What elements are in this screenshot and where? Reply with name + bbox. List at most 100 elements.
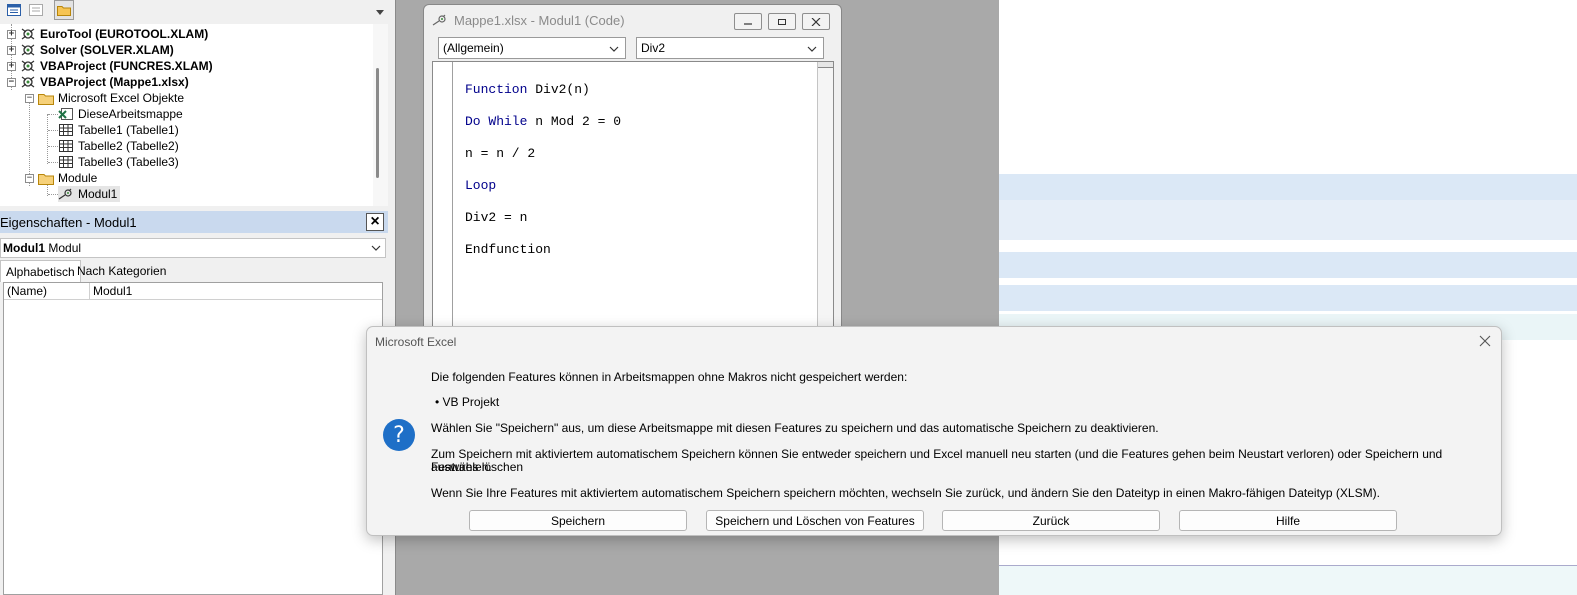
- vba-project-icon: [20, 43, 36, 57]
- close-icon[interactable]: [802, 13, 830, 30]
- chevron-down-icon: [807, 42, 817, 56]
- help-button[interactable]: Hilfe: [1179, 510, 1397, 531]
- collapse-icon[interactable]: −: [25, 173, 34, 183]
- view-object-icon[interactable]: [26, 0, 46, 20]
- module-icon: [58, 187, 74, 201]
- properties-object-select[interactable]: Modul1 Modul: [0, 238, 386, 258]
- question-icon: ?: [383, 419, 415, 451]
- excel-band: [999, 565, 1577, 595]
- tree-item-label: VBAProject (FUNCRES.XLAM): [40, 59, 213, 73]
- tree-item-label: VBAProject (Mappe1.xlsx): [40, 75, 189, 89]
- tree-item-label: DieseArbeitsmappe: [78, 107, 183, 121]
- tree-item-label: Tabelle2 (Tabelle2): [78, 139, 179, 153]
- dialog-title: Microsoft Excel: [375, 335, 457, 349]
- tree-item-mappe1-project[interactable]: − VBAProject (Mappe1.xlsx): [7, 74, 189, 90]
- toggle-folders-icon[interactable]: [54, 0, 74, 20]
- folder-icon: [38, 91, 54, 105]
- save-and-delete-features-button[interactable]: Speichern und Löschen von Features: [706, 510, 924, 531]
- properties-title-bar: Eigenschaften - Modul1 ×: [0, 211, 388, 233]
- tree-item-label: EuroTool (EUROTOOL.XLAM): [40, 27, 209, 41]
- save-warning-dialog[interactable]: Microsoft Excel ? Die folgenden Features…: [366, 326, 1502, 536]
- minimize-icon[interactable]: [734, 13, 762, 30]
- procedure-combo[interactable]: Div2: [636, 37, 824, 59]
- expand-icon[interactable]: +: [7, 61, 16, 71]
- project-explorer-toolbar: [0, 0, 390, 24]
- property-key: (Name): [4, 283, 90, 299]
- vba-project-icon: [20, 27, 36, 41]
- dialog-message-line: Die folgenden Features können in Arbeits…: [431, 370, 908, 384]
- tree-item-label: Solver (SOLVER.XLAM): [40, 43, 174, 57]
- collapse-icon[interactable]: −: [25, 93, 34, 103]
- project-tree[interactable]: + EuroTool (EUROTOOL.XLAM) + Solver (SOL…: [0, 24, 388, 206]
- code-window-title: Mappe1.xlsx - Modul1 (Code): [454, 12, 625, 28]
- collapse-icon[interactable]: −: [7, 77, 16, 87]
- tree-item-modul1[interactable]: Modul1: [58, 186, 121, 202]
- view-code-icon[interactable]: [4, 0, 24, 20]
- folder-icon: [38, 171, 54, 185]
- code-line: Do While n Mod 2 = 0: [465, 114, 622, 129]
- object-type: Modul: [48, 241, 82, 255]
- tree-item-funcres[interactable]: + VBAProject (FUNCRES.XLAM): [7, 58, 213, 74]
- expand-icon[interactable]: +: [7, 45, 16, 55]
- worksheet-icon: [58, 155, 74, 169]
- vba-project-icon: [20, 59, 36, 73]
- object-combo[interactable]: (Allgemein): [438, 37, 626, 59]
- code-window[interactable]: Mappe1.xlsx - Modul1 (Code) (Allgemein) …: [423, 4, 842, 351]
- vba-project-icon: [20, 75, 36, 89]
- excel-band: [999, 200, 1577, 240]
- object-combo-value: (Allgemein): [443, 41, 504, 55]
- code-line: Function Div2(n): [465, 82, 590, 97]
- tree-item-tabelle2[interactable]: Tabelle2 (Tabelle2): [58, 138, 179, 154]
- tree-item-solver[interactable]: + Solver (SOLVER.XLAM): [7, 42, 174, 58]
- dialog-message-line: auswählen.: [431, 460, 492, 474]
- chevron-down-icon: [371, 241, 381, 255]
- tree-item-diesearbeitsmappe[interactable]: DieseArbeitsmappe: [58, 106, 183, 122]
- chevron-down-icon: [609, 42, 619, 56]
- worksheet-icon: [58, 123, 74, 137]
- tree-item-label: Microsoft Excel Objekte: [58, 91, 185, 105]
- dialog-message-line: Wenn Sie Ihre Features mit aktiviertem a…: [431, 486, 1380, 500]
- project-tree-scrollbar[interactable]: [373, 24, 388, 206]
- code-editor[interactable]: Function Div2(n) Do While n Mod 2 = 0 n …: [432, 61, 834, 351]
- scroll-down-arrow-icon[interactable]: [374, 4, 386, 22]
- dialog-bullet: • VB Projekt: [435, 395, 500, 409]
- tree-item-tabelle1[interactable]: Tabelle1 (Tabelle1): [58, 122, 179, 138]
- expand-icon[interactable]: +: [7, 29, 16, 39]
- properties-tabs: Alphabetisch Nach Kategorien: [0, 260, 388, 282]
- code-line: n = n / 2: [465, 146, 536, 161]
- code-scrollbar[interactable]: [817, 62, 833, 350]
- tree-item-label: Module: [58, 171, 98, 185]
- tree-item-tabelle3[interactable]: Tabelle3 (Tabelle3): [58, 154, 179, 170]
- tree-item-excel-objects[interactable]: − Microsoft Excel Objekte: [25, 90, 184, 106]
- code-margin[interactable]: [433, 62, 453, 350]
- code-lines: Function Div2(n) Do While n Mod 2 = 0 n …: [465, 66, 621, 290]
- tree-item-label: Modul1: [78, 187, 118, 201]
- tree-item-label: Tabelle1 (Tabelle1): [78, 123, 179, 137]
- property-row[interactable]: (Name) Modul1: [4, 283, 382, 300]
- tree-item-module-folder[interactable]: − Module: [25, 170, 97, 186]
- restore-icon[interactable]: [768, 13, 796, 30]
- procedure-combo-value: Div2: [641, 41, 666, 55]
- vbe-left-pane: + EuroTool (EUROTOOL.XLAM) + Solver (SOL…: [0, 0, 390, 595]
- tab-nach-kategorien[interactable]: Nach Kategorien: [72, 260, 171, 282]
- excel-band: [999, 285, 1577, 311]
- tab-alphabetisch[interactable]: Alphabetisch: [0, 260, 81, 282]
- tree-item-eurotool[interactable]: + EuroTool (EUROTOOL.XLAM): [7, 26, 208, 42]
- object-name: Modul1: [3, 241, 45, 255]
- module-icon: [432, 13, 448, 27]
- workbook-icon: [58, 107, 74, 121]
- back-button[interactable]: Zurück: [942, 510, 1160, 531]
- close-icon[interactable]: ×: [366, 213, 384, 231]
- tree-item-label: Tabelle3 (Tabelle3): [78, 155, 179, 169]
- properties-title: Eigenschaften - Modul1: [0, 214, 137, 230]
- close-icon[interactable]: [1477, 333, 1493, 349]
- code-line: Endfunction: [465, 242, 551, 257]
- code-line: Loop: [465, 178, 497, 193]
- worksheet-icon: [58, 139, 74, 153]
- property-value[interactable]: Modul1: [90, 283, 132, 299]
- save-button[interactable]: Speichern: [469, 510, 687, 531]
- code-line: Div2 = n: [465, 210, 528, 225]
- excel-band: [999, 174, 1577, 200]
- properties-grid: (Name) Modul1: [3, 282, 383, 595]
- excel-band: [999, 252, 1577, 278]
